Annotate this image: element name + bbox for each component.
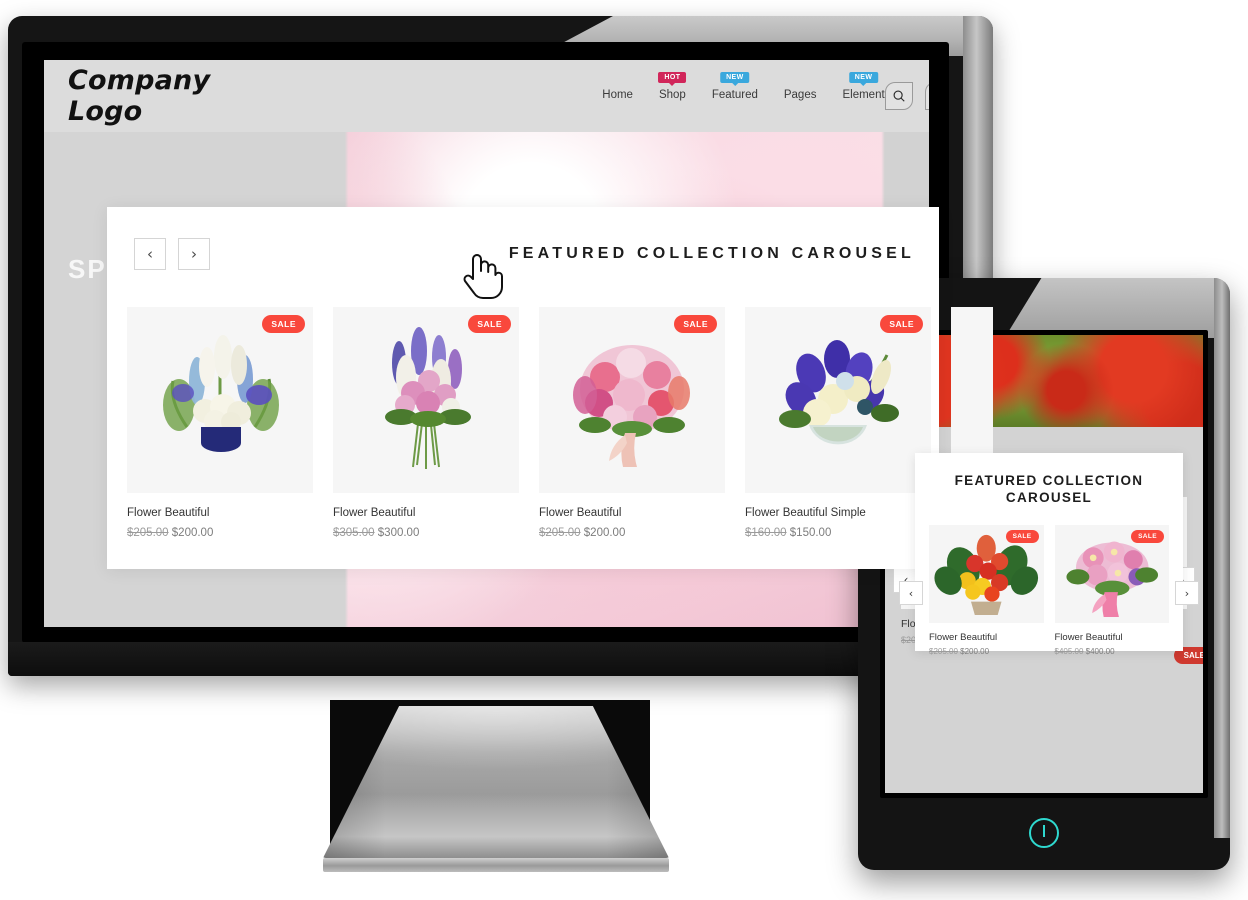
carousel-prev-button[interactable]: ‹ [134,238,166,270]
product-card[interactable]: SALE [745,307,931,539]
price-new: $200.00 [583,527,626,539]
search-button[interactable] [884,82,913,110]
flower-bouquet-pink-purple-image [385,327,471,469]
nav-label: Element [842,89,885,101]
sale-badge: SALE [468,315,511,333]
nav-badge-new: NEW [720,72,750,86]
nav-badge-hot: HOT [658,72,687,86]
price-new: $200.00 [171,527,214,539]
price-old: $205.00 [127,527,169,539]
product-price: $405.00 $400.00 [1055,647,1170,656]
product-price: $305.00 $300.00 [333,527,519,539]
nav-item-featured[interactable]: NEW Featured [711,72,758,103]
price-old: $405.00 [1054,646,1084,656]
monitor-bottom-bezel [8,642,993,676]
product-price: $205.00 $200.00 [539,527,725,539]
company-logo[interactable]: Company Logo [68,65,210,127]
nav-label: Shop [658,89,686,101]
monitor-stand [323,706,669,872]
price-new: $300.00 [377,527,420,539]
carousel-product-list: SALE Flower Beautiful $205.00 $200.00 SA… [107,307,993,539]
product-card[interactable]: SALE [333,307,519,539]
tablet-home-power-button[interactable] [1029,818,1059,848]
nav-label: Home [602,89,633,101]
price-old: $205.00 [929,646,958,656]
product-title: Flower Beautiful [539,507,622,519]
flower-bouquet-pink-ribbon-image [573,345,690,467]
tablet-carousel-title: FEATURED COLLECTION CAROUSEL [954,473,1144,505]
desktop-monitor: Company Logo Home HOT Shop NEW Featured … [8,16,993,676]
price-old: $305.00 [333,527,375,539]
desktop-featured-carousel: ‹ › FEATURED COLLECTION CAROUSEL SALE Fl… [107,207,993,569]
product-thumbnail: SALE [1054,524,1169,623]
product-title: Flower Beautiful [333,507,416,519]
monitor-screen-frame: Company Logo Home HOT Shop NEW Featured … [22,42,993,643]
product-card[interactable]: SALE [1054,524,1170,656]
tablet-side-highlight [1214,278,1230,838]
site-header: Company Logo Home HOT Shop NEW Featured … [44,60,929,132]
carousel-next-button[interactable]: › [178,238,210,270]
product-card[interactable]: SALE [929,524,1044,656]
product-price: $205.00 $200.00 [929,647,1044,656]
power-icon [1043,824,1045,837]
mockup-stage: Company Logo Home HOT Shop NEW Featured … [0,0,1248,900]
carousel-header: ‹ › FEATURED COLLECTION CAROUSEL [107,207,939,307]
price-old: $205.00 [539,527,581,539]
monitor-stand-body [323,706,669,858]
tablet-featured-carousel-overlay: FEATURED COLLECTION CAROUSEL ‹ › SALE Fl… [899,453,1199,656]
product-title: Flower Beautiful [127,507,210,519]
price-new: $150.00 [789,527,832,539]
product-card[interactable]: SALE [539,307,725,539]
nav-item-home[interactable]: Home [602,89,633,103]
nav-badge-new: NEW [848,72,879,86]
tablet-carousel-next-button[interactable]: › [1175,581,1199,605]
product-title: Flower Beautiful [929,631,998,643]
nav-item-pages[interactable]: Pages [784,89,817,103]
product-thumbnail: SALE [929,524,1044,623]
product-thumbnail: SALE [539,307,725,493]
flower-arrangement-white-blue-image [163,335,279,452]
sale-badge: SALE [1005,529,1039,543]
price-new: $400.00 [1085,646,1115,656]
sale-badge: SALE [880,315,923,333]
tablet-top-highlight [1004,278,1230,338]
product-price: $205.00 $200.00 [127,527,313,539]
price-new: $200.00 [960,646,990,656]
main-navigation: Home HOT Shop NEW Featured Pages NEW Ele… [602,72,885,103]
nav-item-shop[interactable]: HOT Shop [658,72,687,103]
tablet-carousel-prev-button[interactable]: ‹ [899,581,923,605]
hand-cursor-icon [463,254,504,299]
product-price: $160.00 $150.00 [745,527,931,539]
nav-item-element[interactable]: NEW Element [842,72,885,103]
flower-iris-rose-glass-bowl-image [779,340,899,445]
monitor-stand-base [323,858,669,872]
nav-label: Featured [711,89,758,101]
product-thumbnail: SALE [745,307,931,493]
product-title: Flower Beautiful Simple [745,507,866,519]
monitor-bezel: Company Logo Home HOT Shop NEW Featured … [8,16,993,676]
sale-badge: SALE [1131,529,1164,543]
header-tools [884,82,929,110]
account-button[interactable] [924,82,929,110]
product-title: Flower Beautiful [1054,631,1123,643]
product-thumbnail: SALE [127,307,313,493]
price-old: $160.00 [745,527,787,539]
tablet-overlay-product-list: SALE Flower Beautiful $205.00 $200.00 SA… [915,507,1183,656]
carousel-title: FEATURED COLLECTION CAROUSEL [508,245,915,262]
product-thumbnail: SALE [333,307,519,493]
search-icon [893,90,905,102]
sale-badge: SALE [262,315,305,333]
sale-badge: SALE [674,315,717,333]
product-card[interactable]: SALE [127,307,313,539]
carousel-nav: ‹ › [134,238,210,270]
nav-label: Pages [783,89,817,101]
